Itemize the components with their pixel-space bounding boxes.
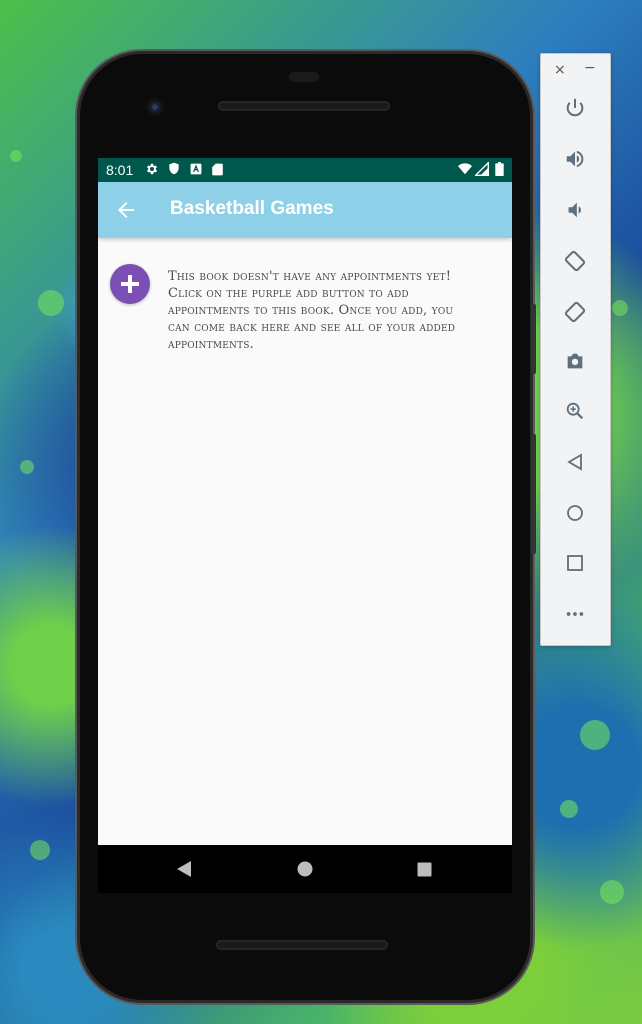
empty-state-message: This book doesn't have any appointments … <box>168 269 456 352</box>
front-camera <box>146 98 164 116</box>
gear-icon <box>145 162 159 176</box>
volume-down-icon[interactable] <box>561 196 589 224</box>
wifi-icon <box>458 162 472 176</box>
app-bar: Basketball Games <box>98 182 512 238</box>
overview-icon[interactable] <box>561 549 589 577</box>
top-speaker <box>218 101 390 111</box>
more-icon[interactable] <box>561 600 589 628</box>
navigation-bar <box>98 845 512 893</box>
zoom-icon[interactable] <box>561 397 589 425</box>
power-icon[interactable] <box>561 94 589 122</box>
wallpaper-bubble <box>20 460 34 474</box>
back-triangle-icon[interactable] <box>174 859 194 879</box>
back-icon[interactable] <box>561 448 589 476</box>
status-time: 8:01 <box>106 162 134 178</box>
home-circle-icon[interactable] <box>295 859 315 879</box>
back-arrow-icon[interactable] <box>114 198 138 222</box>
wallpaper-bubble <box>10 150 22 162</box>
phone-power-button[interactable] <box>531 304 536 374</box>
a-icon <box>189 162 203 176</box>
wallpaper-bubble <box>600 880 624 904</box>
home-icon[interactable] <box>561 499 589 527</box>
plus-icon <box>121 275 139 293</box>
page-title: Basketball Games <box>170 198 334 219</box>
emulator-control-panel: × − <box>540 53 611 646</box>
recents-square-icon[interactable] <box>414 859 434 879</box>
wallpaper-bubble <box>30 840 50 860</box>
status-bar: 8:01 <box>98 158 512 182</box>
battery-icon <box>492 162 506 176</box>
volume-up-icon[interactable] <box>561 145 589 173</box>
wallpaper-bubble <box>580 720 610 750</box>
close-panel-button[interactable]: × <box>554 62 566 78</box>
proximity-sensor <box>289 72 319 82</box>
rotate-right-icon[interactable] <box>561 298 589 326</box>
camera-icon[interactable] <box>561 347 589 375</box>
rotate-left-icon[interactable] <box>561 247 589 275</box>
sd-card-icon <box>210 162 224 176</box>
wallpaper-bubble <box>38 290 64 316</box>
signal-icon <box>475 162 489 176</box>
wallpaper-bubble <box>560 800 578 818</box>
add-appointment-button[interactable] <box>110 264 150 304</box>
phone-volume-button[interactable] <box>531 434 536 554</box>
bottom-speaker <box>216 940 388 950</box>
wallpaper-bubble <box>612 300 628 316</box>
shield-icon <box>167 162 181 176</box>
minimize-panel-button[interactable]: − <box>584 60 596 76</box>
phone-screen: 8:01 Basketball Games This book doesn't … <box>98 158 512 845</box>
